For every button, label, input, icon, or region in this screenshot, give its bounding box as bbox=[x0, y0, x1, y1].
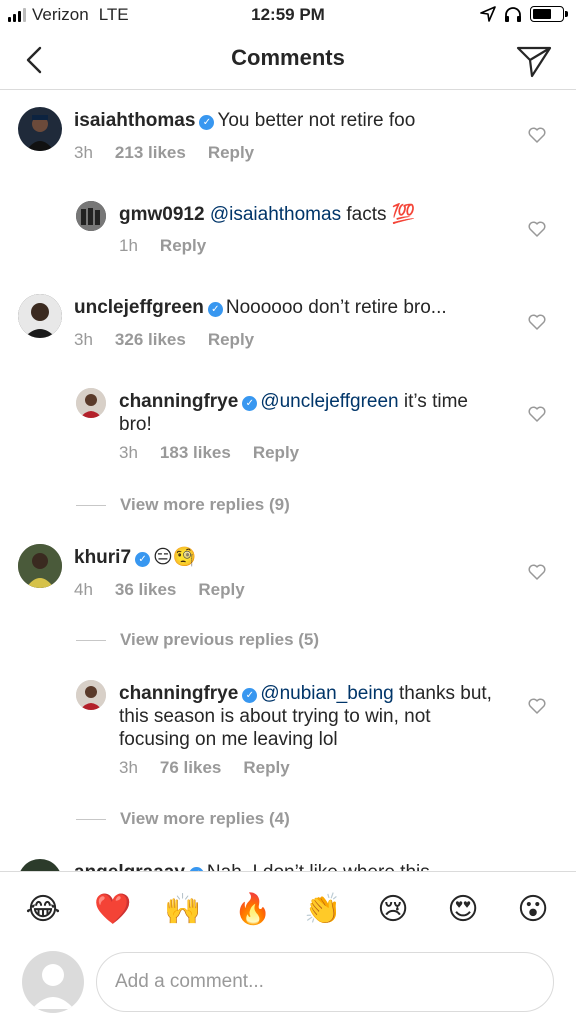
avatar[interactable] bbox=[18, 544, 62, 588]
comment-likes[interactable]: 76 likes bbox=[160, 758, 221, 777]
comment-time: 3h bbox=[74, 330, 93, 349]
comment-meta: 3h 213 likes Reply bbox=[74, 143, 276, 163]
verified-badge-icon: ✓ bbox=[207, 302, 223, 317]
paper-plane-icon[interactable] bbox=[514, 40, 554, 80]
reply-button[interactable]: Reply bbox=[208, 330, 254, 349]
comment-username[interactable]: unclejeffgreen bbox=[74, 297, 204, 318]
reply-button[interactable]: Reply bbox=[253, 443, 299, 462]
comment-time: 4h bbox=[74, 580, 93, 599]
battery-icon bbox=[530, 6, 568, 22]
comment-mention[interactable]: @nubian_being bbox=[260, 683, 393, 704]
user-avatar-icon bbox=[22, 951, 84, 1013]
comment-meta: 3h 326 likes Reply bbox=[74, 330, 276, 350]
verified-badge-icon: ✓ bbox=[135, 552, 151, 567]
emoji-heart-eyes-icon[interactable]: 😍 bbox=[441, 892, 485, 927]
comment-text: isaiahthomas ✓ You better not retire foo bbox=[74, 109, 496, 132]
comment-text: channingfrye ✓ @unclejeffgreen it’s time b… bbox=[119, 390, 496, 436]
heart-icon[interactable] bbox=[528, 127, 546, 143]
comment-text: gmw0912 @isaiahthomas facts 💯 bbox=[119, 203, 496, 226]
verified-badge-icon: ✓ bbox=[242, 688, 258, 703]
comment-list[interactable]: isaiahthomas ✓ You better not retire foo 3… bbox=[0, 91, 576, 871]
comment-username[interactable]: channingfrye bbox=[119, 683, 238, 704]
avatar[interactable] bbox=[18, 294, 62, 338]
headphones-icon bbox=[505, 7, 521, 22]
comment-username[interactable]: khuri7 bbox=[74, 547, 131, 568]
avatar[interactable] bbox=[18, 859, 62, 871]
comment-username[interactable]: gmw0912 bbox=[119, 204, 205, 225]
heart-icon[interactable] bbox=[528, 221, 546, 237]
comment-message: facts 💯 bbox=[346, 204, 416, 225]
comment-meta: 3h 183 likes Reply bbox=[119, 443, 321, 463]
comment-text: angelgraaay✓Nah, I don’t like where this bbox=[74, 861, 496, 871]
verified-badge-icon: ✓ bbox=[242, 396, 258, 411]
emoji-surprised-face-icon[interactable]: 😮 bbox=[511, 892, 555, 927]
comment-mention[interactable]: @isaiahthomas bbox=[210, 204, 341, 225]
comment-username[interactable]: angelgraaay bbox=[74, 862, 185, 871]
comment-text: khuri7 ✓ 😑🧐 bbox=[74, 546, 496, 569]
view-previous-replies-button[interactable]: View previous replies (5) bbox=[76, 630, 319, 650]
comment-text: unclejeffgreen ✓ Noooooo don’t retire bro.… bbox=[74, 296, 496, 319]
heart-icon[interactable] bbox=[528, 698, 546, 714]
comment-meta: 1h Reply bbox=[119, 236, 228, 256]
comment-message: Nah, I don’t like where this bbox=[207, 862, 430, 871]
page-title: Comments bbox=[231, 45, 345, 70]
comment-message: Noooooo don’t retire bro... bbox=[225, 297, 447, 318]
avatar[interactable] bbox=[76, 388, 106, 418]
verified-badge-icon: ✓ bbox=[199, 115, 215, 130]
comment-likes[interactable]: 36 likes bbox=[115, 580, 176, 599]
divider-line bbox=[76, 818, 106, 820]
avatar[interactable] bbox=[18, 107, 62, 151]
emoji-clapping-hands-icon[interactable]: 👏 bbox=[301, 892, 345, 927]
avatar[interactable] bbox=[76, 680, 106, 710]
heart-icon[interactable] bbox=[528, 564, 546, 580]
comment-likes[interactable]: 213 likes bbox=[115, 143, 186, 162]
comment-meta: 4h 36 likes Reply bbox=[74, 580, 267, 600]
comment-composer: Add a comment... bbox=[0, 947, 576, 1024]
view-more-replies-button[interactable]: View more replies (9) bbox=[76, 495, 290, 515]
location-arrow-icon bbox=[480, 6, 496, 22]
view-previous-replies-label: View previous replies (5) bbox=[120, 630, 320, 649]
emoji-tears-of-joy-icon[interactable]: 😂 bbox=[21, 892, 65, 927]
divider-line bbox=[76, 639, 106, 641]
view-more-replies-label: View more replies (4) bbox=[120, 809, 290, 828]
reply-button[interactable]: Reply bbox=[160, 236, 206, 255]
reply-button[interactable]: Reply bbox=[198, 580, 244, 599]
emoji-red-heart-icon[interactable]: ❤️ bbox=[91, 892, 135, 927]
emoji-raised-hands-icon[interactable]: 🙌 bbox=[161, 892, 205, 927]
reply-button[interactable]: Reply bbox=[208, 143, 254, 162]
emoji-fire-icon[interactable]: 🔥 bbox=[231, 892, 275, 927]
comment-username[interactable]: channingfrye bbox=[119, 391, 238, 412]
comment-username[interactable]: isaiahthomas bbox=[74, 110, 195, 131]
comment-time: 3h bbox=[119, 758, 138, 777]
comment-text: channingfrye ✓ @nubian_being thanks but, t… bbox=[119, 682, 496, 751]
comment-message: 😑🧐 bbox=[153, 547, 197, 568]
avatar[interactable] bbox=[76, 201, 106, 231]
comment-likes[interactable]: 183 likes bbox=[160, 443, 231, 462]
comment-likes[interactable]: 326 likes bbox=[115, 330, 186, 349]
comment-input[interactable]: Add a comment... bbox=[96, 952, 554, 1012]
comment-message: You better not retire foo bbox=[217, 110, 416, 131]
heart-icon[interactable] bbox=[528, 314, 546, 330]
emoji-crying-face-icon[interactable]: 😢 bbox=[371, 892, 415, 927]
comment-time: 3h bbox=[119, 443, 138, 462]
status-right bbox=[480, 6, 568, 22]
divider-line bbox=[76, 504, 106, 506]
emoji-quick-bar: 😂 ❤️ 🙌 🔥 👏 😢 😍 😮 bbox=[0, 871, 576, 947]
view-more-replies-label: View more replies (9) bbox=[120, 495, 290, 514]
heart-icon[interactable] bbox=[528, 406, 546, 422]
comment-time: 1h bbox=[119, 236, 138, 255]
comment-meta: 3h 76 likes Reply bbox=[119, 758, 312, 778]
status-bar: Verizon LTE 12:59 PM bbox=[0, 0, 576, 30]
comment-time: 3h bbox=[74, 143, 93, 162]
view-more-replies-button[interactable]: View more replies (4) bbox=[76, 809, 290, 829]
reply-button[interactable]: Reply bbox=[243, 758, 289, 777]
comment-mention[interactable]: @unclejeffgreen bbox=[260, 391, 398, 412]
navigation-bar: Comments bbox=[0, 30, 576, 90]
chevron-left-icon[interactable] bbox=[18, 42, 54, 78]
